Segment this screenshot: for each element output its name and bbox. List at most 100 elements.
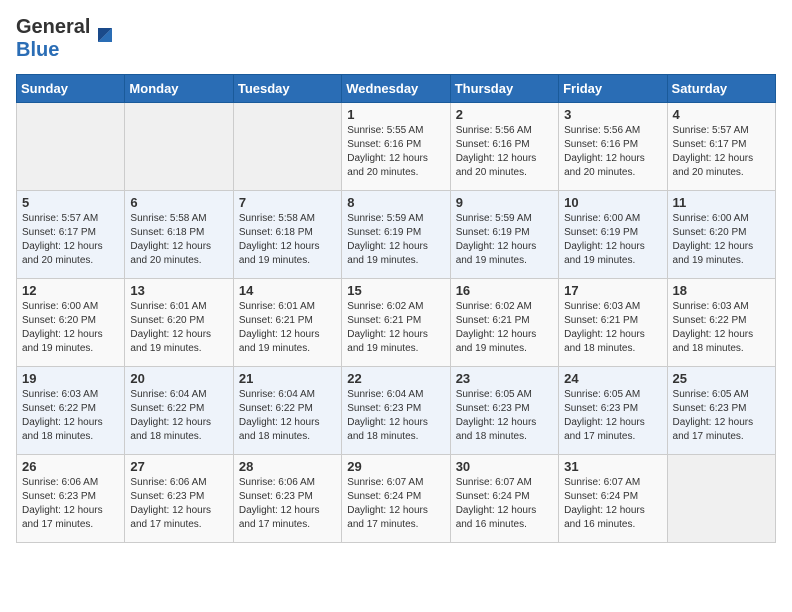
day-number: 11	[673, 195, 770, 210]
day-info: Sunrise: 6:06 AM Sunset: 6:23 PM Dayligh…	[22, 476, 119, 532]
day-info: Sunrise: 5:58 AM Sunset: 6:18 PM Dayligh…	[239, 212, 336, 268]
calendar-cell: 17 Sunrise: 6:03 AM Sunset: 6:21 PM Dayli…	[559, 279, 667, 367]
calendar-cell: 10Sunrise: 6:00 AM Sunset: 6:19 PM Dayli…	[559, 191, 667, 279]
day-number: 20	[130, 371, 227, 386]
day-number: 25	[673, 371, 770, 386]
day-info: Sunrise: 6:00 AM Sunset: 6:20 PM Dayligh…	[22, 300, 119, 356]
day-info: Sunrise: 6:00 AM Sunset: 6:19 PM Dayligh…	[564, 212, 661, 268]
weekday-header: Sunday	[17, 75, 125, 103]
day-info: Sunrise: 5:57 AM Sunset: 6:17 PM Dayligh…	[22, 212, 119, 268]
calendar-cell	[17, 103, 125, 191]
day-number: 5	[22, 195, 119, 210]
day-info: Sunrise: 6:07 AM Sunset: 6:24 PM Dayligh…	[564, 476, 661, 532]
calendar-cell: 29 Sunrise: 6:07 AM Sunset: 6:24 PM Dayli…	[342, 455, 450, 543]
day-info: Sunrise: 6:01 AM Sunset: 6:21 PM Dayligh…	[239, 300, 336, 356]
calendar-cell: 21 Sunrise: 6:04 AM Sunset: 6:22 PM Dayli…	[233, 367, 341, 455]
day-number: 13	[130, 283, 227, 298]
calendar-cell: 15Sunrise: 6:02 AM Sunset: 6:21 PM Dayli…	[342, 279, 450, 367]
calendar-cell: 9 Sunrise: 5:59 AM Sunset: 6:19 PM Daylig…	[450, 191, 558, 279]
day-number: 8	[347, 195, 444, 210]
day-number: 23	[456, 371, 553, 386]
day-number: 3	[564, 107, 661, 122]
day-number: 14	[239, 283, 336, 298]
day-number: 7	[239, 195, 336, 210]
calendar-week-row: 19 Sunrise: 6:03 AM Sunset: 6:22 PM Dayli…	[17, 367, 776, 455]
day-info: Sunrise: 6:05 AM Sunset: 6:23 PM Dayligh…	[673, 388, 770, 444]
day-number: 17	[564, 283, 661, 298]
calendar-cell: 27Sunrise: 6:06 AM Sunset: 6:23 PM Dayli…	[125, 455, 233, 543]
logo-blue: Blue	[16, 39, 90, 62]
day-number: 2	[456, 107, 553, 122]
weekday-header: Tuesday	[233, 75, 341, 103]
day-info: Sunrise: 6:00 AM Sunset: 6:20 PM Dayligh…	[673, 212, 770, 268]
calendar-cell: 28 Sunrise: 6:06 AM Sunset: 6:23 PM Dayli…	[233, 455, 341, 543]
day-number: 28	[239, 459, 336, 474]
day-info: Sunrise: 6:03 AM Sunset: 6:22 PM Dayligh…	[22, 388, 119, 444]
calendar-cell: 6 Sunrise: 5:58 AM Sunset: 6:18 PM Daylig…	[125, 191, 233, 279]
calendar-cell	[233, 103, 341, 191]
calendar-week-row: 12 Sunrise: 6:00 AM Sunset: 6:20 PM Dayli…	[17, 279, 776, 367]
calendar-cell: 18Sunrise: 6:03 AM Sunset: 6:22 PM Dayli…	[667, 279, 775, 367]
weekday-header: Saturday	[667, 75, 775, 103]
day-info: Sunrise: 5:59 AM Sunset: 6:19 PM Dayligh…	[456, 212, 553, 268]
day-number: 24	[564, 371, 661, 386]
calendar-cell: 1Sunrise: 5:55 AM Sunset: 6:16 PM Daylig…	[342, 103, 450, 191]
calendar-cell: 3 Sunrise: 5:56 AM Sunset: 6:16 PM Daylig…	[559, 103, 667, 191]
day-info: Sunrise: 6:04 AM Sunset: 6:23 PM Dayligh…	[347, 388, 444, 444]
calendar-cell	[667, 455, 775, 543]
day-number: 18	[673, 283, 770, 298]
day-number: 6	[130, 195, 227, 210]
calendar-cell: 23 Sunrise: 6:05 AM Sunset: 6:23 PM Dayli…	[450, 367, 558, 455]
day-info: Sunrise: 6:07 AM Sunset: 6:24 PM Dayligh…	[456, 476, 553, 532]
weekday-header: Friday	[559, 75, 667, 103]
weekday-header: Wednesday	[342, 75, 450, 103]
calendar-table: SundayMondayTuesdayWednesdayThursdayFrid…	[16, 74, 776, 543]
day-info: Sunrise: 6:01 AM Sunset: 6:20 PM Dayligh…	[130, 300, 227, 356]
day-info: Sunrise: 6:05 AM Sunset: 6:23 PM Dayligh…	[456, 388, 553, 444]
logo-general: General	[16, 16, 90, 39]
day-info: Sunrise: 6:07 AM Sunset: 6:24 PM Dayligh…	[347, 476, 444, 532]
day-number: 29	[347, 459, 444, 474]
day-info: Sunrise: 6:06 AM Sunset: 6:23 PM Dayligh…	[239, 476, 336, 532]
day-number: 26	[22, 459, 119, 474]
day-number: 9	[456, 195, 553, 210]
calendar-cell: 20Sunrise: 6:04 AM Sunset: 6:22 PM Dayli…	[125, 367, 233, 455]
page-header: General Blue	[16, 16, 776, 62]
calendar-cell	[125, 103, 233, 191]
calendar-cell: 4 Sunrise: 5:57 AM Sunset: 6:17 PM Daylig…	[667, 103, 775, 191]
day-info: Sunrise: 5:59 AM Sunset: 6:19 PM Dayligh…	[347, 212, 444, 268]
day-number: 19	[22, 371, 119, 386]
calendar-cell: 26 Sunrise: 6:06 AM Sunset: 6:23 PM Dayli…	[17, 455, 125, 543]
calendar-week-row: 5 Sunrise: 5:57 AM Sunset: 6:17 PM Daylig…	[17, 191, 776, 279]
calendar-week-row: 26 Sunrise: 6:06 AM Sunset: 6:23 PM Dayli…	[17, 455, 776, 543]
day-info: Sunrise: 6:02 AM Sunset: 6:21 PM Dayligh…	[347, 300, 444, 356]
calendar-cell: 5 Sunrise: 5:57 AM Sunset: 6:17 PM Daylig…	[17, 191, 125, 279]
day-info: Sunrise: 5:57 AM Sunset: 6:17 PM Dayligh…	[673, 124, 770, 180]
day-number: 16	[456, 283, 553, 298]
calendar-cell: 7 Sunrise: 5:58 AM Sunset: 6:18 PM Daylig…	[233, 191, 341, 279]
calendar-week-row: 1Sunrise: 5:55 AM Sunset: 6:16 PM Daylig…	[17, 103, 776, 191]
calendar-cell: 14 Sunrise: 6:01 AM Sunset: 6:21 PM Dayli…	[233, 279, 341, 367]
day-number: 21	[239, 371, 336, 386]
weekday-header-row: SundayMondayTuesdayWednesdayThursdayFrid…	[17, 75, 776, 103]
calendar-cell: 11 Sunrise: 6:00 AM Sunset: 6:20 PM Dayli…	[667, 191, 775, 279]
calendar-cell: 30 Sunrise: 6:07 AM Sunset: 6:24 PM Dayli…	[450, 455, 558, 543]
day-info: Sunrise: 6:04 AM Sunset: 6:22 PM Dayligh…	[239, 388, 336, 444]
calendar-cell: 24Sunrise: 6:05 AM Sunset: 6:23 PM Dayli…	[559, 367, 667, 455]
day-number: 30	[456, 459, 553, 474]
logo-icon	[94, 24, 116, 46]
calendar-cell: 2Sunrise: 5:56 AM Sunset: 6:16 PM Daylig…	[450, 103, 558, 191]
day-number: 4	[673, 107, 770, 122]
day-info: Sunrise: 5:56 AM Sunset: 6:16 PM Dayligh…	[564, 124, 661, 180]
calendar-cell: 8 Sunrise: 5:59 AM Sunset: 6:19 PM Daylig…	[342, 191, 450, 279]
day-info: Sunrise: 5:58 AM Sunset: 6:18 PM Dayligh…	[130, 212, 227, 268]
day-info: Sunrise: 6:03 AM Sunset: 6:21 PM Dayligh…	[564, 300, 661, 356]
calendar-cell: 12 Sunrise: 6:00 AM Sunset: 6:20 PM Dayli…	[17, 279, 125, 367]
logo: General Blue	[16, 16, 116, 62]
calendar-cell: 22 Sunrise: 6:04 AM Sunset: 6:23 PM Dayli…	[342, 367, 450, 455]
day-info: Sunrise: 5:55 AM Sunset: 6:16 PM Dayligh…	[347, 124, 444, 180]
day-number: 22	[347, 371, 444, 386]
day-number: 12	[22, 283, 119, 298]
day-info: Sunrise: 6:02 AM Sunset: 6:21 PM Dayligh…	[456, 300, 553, 356]
logo-wordmark: General Blue	[16, 16, 116, 62]
